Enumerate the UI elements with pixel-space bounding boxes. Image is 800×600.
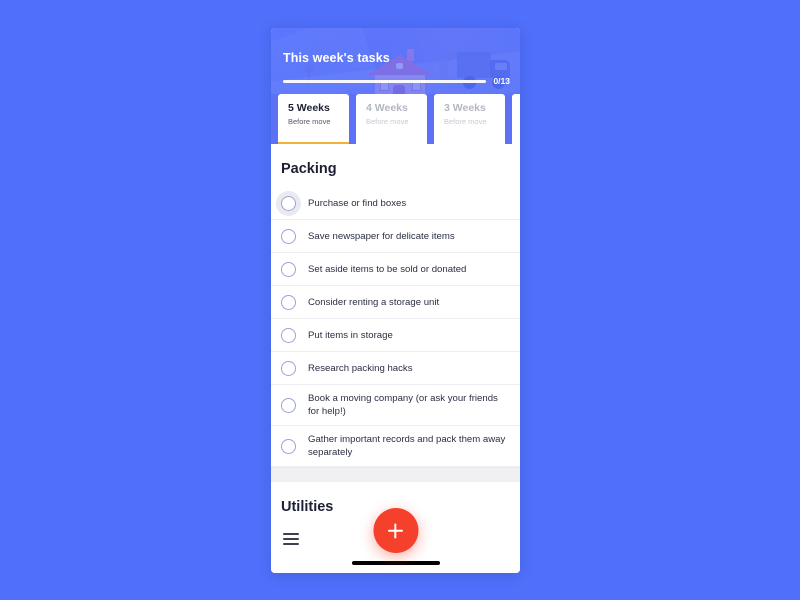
tab-subtitle: Before move xyxy=(444,117,487,126)
phone-frame: This week's tasks 0/13 5 Weeks Before mo… xyxy=(271,28,520,573)
task-row[interactable]: Consider renting a storage unit xyxy=(271,286,520,319)
progress-bar xyxy=(283,79,487,83)
header: This week's tasks 0/13 xyxy=(271,28,520,94)
task-row[interactable]: Research packing hacks xyxy=(271,352,520,385)
tab-title: 5 Weeks xyxy=(288,102,330,114)
tab-title: 4 Weeks xyxy=(366,102,408,114)
page-title: This week's tasks xyxy=(283,51,390,65)
task-label: Consider renting a storage unit xyxy=(308,296,440,308)
tab-4-weeks[interactable]: 4 Weeks Before move xyxy=(356,94,427,144)
tab-subtitle: Before move xyxy=(288,117,331,126)
task-row[interactable]: Book a moving company (or ask your frien… xyxy=(271,385,520,426)
hamburger-menu-icon[interactable] xyxy=(283,533,299,545)
task-label: Research packing hacks xyxy=(308,362,413,374)
tab-title: 3 Weeks xyxy=(444,102,486,114)
task-row[interactable]: Set aside items to be sold or donated xyxy=(271,253,520,286)
checkbox-icon[interactable] xyxy=(281,195,296,211)
checkbox-icon[interactable] xyxy=(281,294,296,310)
task-row[interactable]: Gather important records and pack them a… xyxy=(271,426,520,467)
checkbox-icon[interactable] xyxy=(281,327,296,343)
checkbox-icon[interactable] xyxy=(281,360,296,376)
task-label: Purchase or find boxes xyxy=(308,197,407,209)
section-heading-packing: Packing xyxy=(281,161,337,177)
task-row[interactable]: Save newspaper for delicate items xyxy=(271,220,520,253)
home-indicator xyxy=(351,561,440,565)
section-divider xyxy=(271,467,520,482)
task-label: Put items in storage xyxy=(308,329,393,341)
checkbox-icon[interactable] xyxy=(281,397,296,413)
tab-subtitle: Before move xyxy=(366,117,409,126)
task-label: Gather important records and pack them a… xyxy=(308,434,506,458)
checkbox-icon[interactable] xyxy=(281,438,296,454)
progress-count-label: 0/13 xyxy=(493,76,510,86)
progress-row: 0/13 xyxy=(283,76,510,86)
add-task-fab-button[interactable] xyxy=(373,508,418,553)
task-label: Book a moving company (or ask your frien… xyxy=(308,393,498,417)
checkbox-icon[interactable] xyxy=(281,261,296,277)
tab-2-weeks[interactable]: 2 Weeks Before move xyxy=(512,94,520,144)
tab-5-weeks[interactable]: 5 Weeks Before move xyxy=(278,94,349,144)
task-row[interactable]: Purchase or find boxes xyxy=(271,187,520,220)
menu-line xyxy=(283,543,299,545)
week-tabs: 5 Weeks Before move 4 Weeks Before move … xyxy=(271,94,520,144)
tab-3-weeks[interactable]: 3 Weeks Before move xyxy=(434,94,505,144)
task-label: Set aside items to be sold or donated xyxy=(308,263,467,275)
menu-line xyxy=(283,533,299,535)
task-label: Save newspaper for delicate items xyxy=(308,230,455,242)
task-row[interactable]: Put items in storage xyxy=(271,319,520,352)
menu-line xyxy=(283,538,299,540)
checkbox-icon[interactable] xyxy=(281,228,296,244)
